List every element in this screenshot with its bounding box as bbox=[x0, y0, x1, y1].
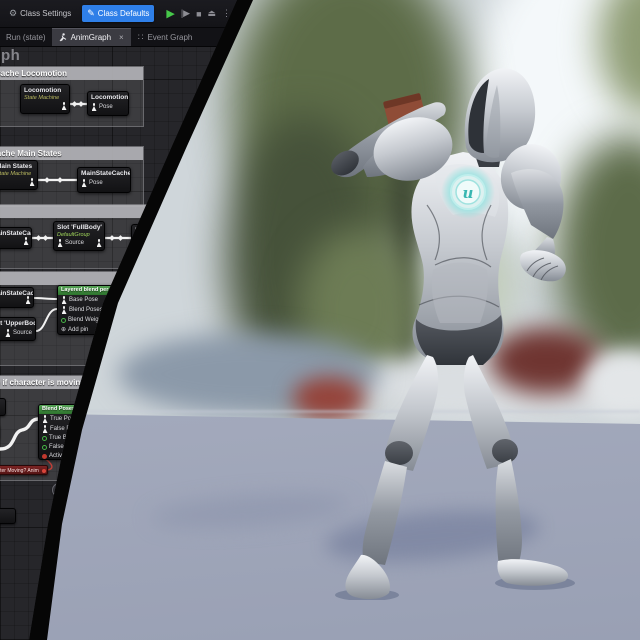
frame-skip-button[interactable]: |▶ bbox=[181, 8, 190, 19]
pose-in-pin[interactable] bbox=[91, 103, 97, 111]
active-value-pin[interactable] bbox=[42, 454, 47, 459]
node-mainstates-statemachine[interactable]: Main States State Machine bbox=[0, 160, 38, 190]
gear-icon: ⚙ bbox=[9, 8, 17, 19]
graph-title-watermark: ph bbox=[1, 47, 20, 64]
pose-out-pin[interactable] bbox=[61, 102, 67, 110]
pose-out-pin[interactable] bbox=[23, 237, 29, 245]
event-graph-icon: ∷ bbox=[138, 32, 144, 43]
chest-logo: u bbox=[463, 184, 474, 202]
right-shin bbox=[496, 459, 522, 566]
source-in-pin[interactable] bbox=[5, 329, 11, 337]
node-locomotion-statemachine[interactable]: Locomotion State Machine bbox=[20, 84, 70, 114]
false-pose-pin[interactable] bbox=[42, 425, 48, 433]
pose-out-pin[interactable] bbox=[29, 178, 35, 186]
right-knee bbox=[492, 439, 518, 463]
eject-button[interactable]: ⏏ bbox=[208, 8, 217, 19]
partial-node[interactable] bbox=[0, 508, 16, 524]
class-defaults-button[interactable]: ✎ Class Defaults bbox=[82, 5, 154, 22]
play-button[interactable]: ▶ bbox=[166, 7, 174, 20]
stop-button[interactable]: ■ bbox=[196, 9, 201, 19]
tab-run-state[interactable]: Run (state) bbox=[0, 33, 52, 42]
node-is-character-moving[interactable]: Character Moving? Anim bbox=[0, 465, 48, 475]
node-use-cached-mainstate[interactable]: 'MainStateCache' bbox=[0, 227, 32, 249]
node-slot-fullbody[interactable]: Slot 'FullBody' DefaultGroup Source bbox=[53, 221, 105, 251]
class-settings-button[interactable]: ⚙ Class Settings bbox=[4, 5, 76, 22]
base-pose-pin[interactable] bbox=[61, 296, 67, 304]
blend-weights-pin[interactable] bbox=[61, 318, 66, 323]
tab-animgraph[interactable]: AnimGraph × bbox=[52, 28, 131, 46]
left-knee bbox=[385, 441, 413, 465]
add-pin-icon[interactable]: ⊕ bbox=[61, 327, 66, 334]
mannequin-character[interactable]: u bbox=[315, 55, 605, 600]
app-window: u ⚙ Class Settings ✎ Class Defaults ▶ |▶… bbox=[0, 0, 640, 640]
node-slot-upperbody[interactable]: Slot 'UpperBody' Source bbox=[0, 317, 36, 341]
pose-out-pin[interactable] bbox=[96, 239, 102, 247]
bool-out-pin[interactable] bbox=[42, 469, 46, 473]
pose-out-pin[interactable] bbox=[25, 296, 31, 304]
true-pose-pin[interactable] bbox=[42, 415, 48, 423]
abdomen bbox=[432, 263, 488, 324]
tab-event-graph[interactable]: ∷ Event Graph bbox=[131, 28, 200, 46]
node-save-cached-mainstate[interactable]: MainStateCache Pose bbox=[77, 167, 131, 193]
animgraph-person-icon bbox=[59, 33, 67, 42]
pencil-icon: ✎ bbox=[87, 8, 95, 19]
true-blend-time-pin[interactable] bbox=[42, 436, 47, 441]
playback-controls: ▶ |▶ ■ ⏏ ⋮ bbox=[166, 7, 231, 20]
node-use-cached-mainstate-2[interactable]: 'MainStateCache' bbox=[0, 287, 34, 308]
pose-in-pin[interactable] bbox=[81, 179, 87, 187]
blend-poses-pin[interactable] bbox=[61, 306, 67, 314]
left-shin bbox=[363, 461, 407, 565]
close-tab-icon[interactable]: × bbox=[119, 33, 124, 42]
source-in-pin[interactable] bbox=[57, 239, 63, 247]
false-blend-time-pin[interactable] bbox=[42, 445, 47, 450]
node-save-cached-locomotion[interactable]: Locomotion Pose bbox=[87, 91, 129, 116]
right-foot bbox=[497, 559, 568, 586]
partial-node[interactable] bbox=[0, 398, 6, 416]
